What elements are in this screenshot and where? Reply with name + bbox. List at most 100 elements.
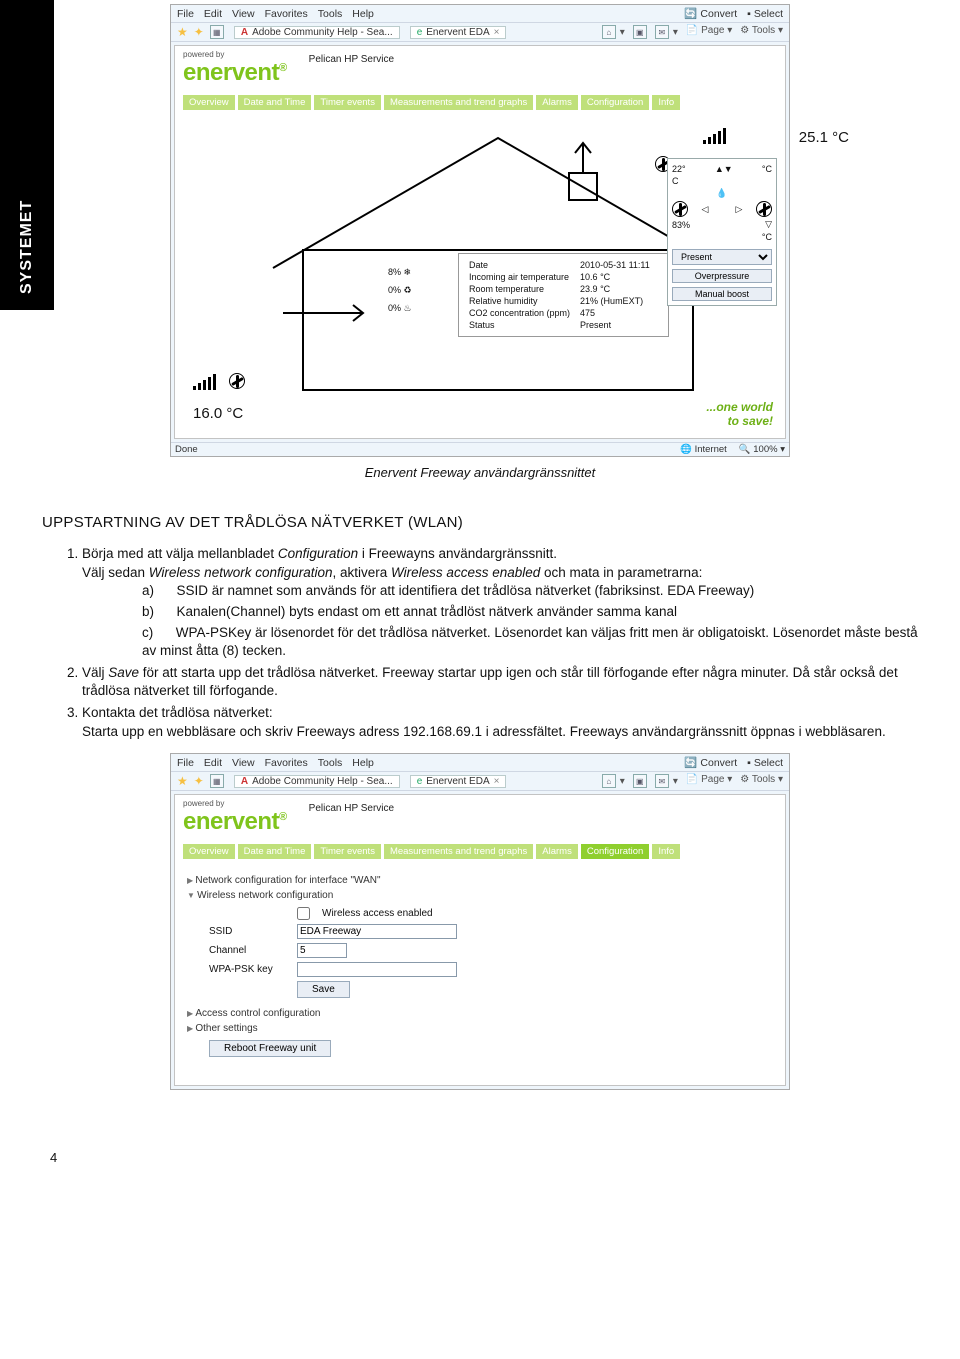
add-favorite-icon[interactable]: ✦ [194,774,204,788]
mail-icon[interactable]: ✉ [655,25,669,39]
zoom-level[interactable]: 🔍 100% ▾ [739,444,785,455]
feed-icon[interactable]: ▣ [633,774,647,788]
tab-overview[interactable]: Overview [183,844,235,859]
menu-bar: File Edit View Favorites Tools Help 🔄 Co… [171,5,789,23]
quick-tabs-icon[interactable]: ▦ [210,25,224,39]
add-favorite-icon[interactable]: ✦ [194,25,204,39]
tab-enervent-eda[interactable]: eEnervent EDA× [410,26,507,39]
section-access-control[interactable]: Access control configuration [187,1006,773,1021]
tab-configuration[interactable]: Configuration [581,95,650,110]
tab-alarms[interactable]: Alarms [536,844,578,859]
service-title: Pelican HP Service [309,799,394,814]
tools-menu[interactable]: ⚙ Tools ▾ [740,25,783,39]
menu-tools[interactable]: Tools [318,757,343,769]
tab-configuration-active[interactable]: Configuration [581,844,650,859]
tab-adobe-help[interactable]: AAdobe Community Help - Sea... [234,26,400,39]
figure-caption: Enervent Freeway användargränssnittet [0,465,960,480]
adobe-icon: A [241,776,248,787]
feed-icon[interactable]: ▣ [633,25,647,39]
overpressure-button[interactable]: Overpressure [672,269,772,283]
tab-enervent-eda[interactable]: eEnervent EDA× [410,775,507,788]
tab-adobe-help[interactable]: AAdobe Community Help - Sea... [234,775,400,788]
exhaust-temperature: 25.1 °C [799,129,849,146]
toolbar-right: ⌂ ▾ ▣ ✉ ▾ 📄 Page ▾ ⚙ Tools ▾ [602,774,783,788]
convert-button[interactable]: 🔄 Convert [684,7,737,20]
tab-timer-events[interactable]: Timer events [314,95,381,110]
browser-window-configuration: File Edit View Favorites Tools Help 🔄 Co… [170,753,790,1090]
favorites-star-icon[interactable]: ★ [177,25,188,39]
menu-favorites[interactable]: Favorites [265,757,308,769]
select-button[interactable]: ▪ Select [747,757,783,769]
select-button[interactable]: ▪ Select [747,8,783,20]
spinner-icon[interactable]: ▲▼ [715,164,733,174]
quick-tabs-icon[interactable]: ▦ [210,774,224,788]
favorites-star-icon[interactable]: ★ [177,774,188,788]
close-tab-icon[interactable]: × [494,27,500,38]
zone-internet: 🌐 Internet [680,444,727,455]
home-icon[interactable]: ⌂ [602,774,616,788]
tab-date-time[interactable]: Date and Time [238,95,312,110]
menu-favorites[interactable]: Favorites [265,8,308,20]
status-panel: Date2010-05-31 11:11 Incoming air temper… [458,253,669,337]
menu-bar: File Edit View Favorites Tools Help 🔄 Co… [171,754,789,772]
mode-select[interactable]: Present [672,249,772,265]
menu-edit[interactable]: Edit [204,757,222,769]
section-wlan[interactable]: Wireless network configuration [187,888,773,903]
step-1: Börja med att välja mellanbladet Configu… [82,545,918,661]
reboot-button[interactable]: Reboot Freeway unit [209,1040,331,1057]
home-icon[interactable]: ⌂ [602,25,616,39]
save-button[interactable]: Save [297,981,350,998]
setpoint-temp: 22° [672,164,686,174]
substep-b: b) Kanalen(Channel) byts endast om ett a… [142,603,918,622]
manual-boost-button[interactable]: Manual boost [672,287,772,301]
nav-tabs: Overview Date and Time Timer events Meas… [175,836,785,867]
substep-a: a) SSID är namnet som används för att id… [142,582,918,601]
tab-info[interactable]: Info [652,844,680,859]
service-title: Pelican HP Service [309,50,394,65]
menu-file[interactable]: File [177,757,194,769]
menu-file[interactable]: File [177,8,194,20]
wpa-input[interactable] [297,962,457,977]
tab-measurements[interactable]: Measurements and trend graphs [384,844,533,859]
wireless-enabled-checkbox[interactable] [297,907,310,920]
tools-menu[interactable]: ⚙ Tools ▾ [740,774,783,788]
mail-icon[interactable]: ✉ [655,774,669,788]
menu-view[interactable]: View [232,757,255,769]
tab-measurements[interactable]: Measurements and trend graphs [384,95,533,110]
menu-help[interactable]: Help [352,757,374,769]
channel-input[interactable] [297,943,347,958]
menu-edit[interactable]: Edit [204,8,222,20]
powered-by-label: powered by [183,50,287,59]
tab-date-time[interactable]: Date and Time [238,844,312,859]
menu-tools[interactable]: Tools [318,8,343,20]
page-menu[interactable]: 📄 Page ▾ [686,25,732,39]
right-arrow-icon[interactable]: ▷ [736,204,743,215]
ssid-input[interactable] [297,924,457,939]
section-wan[interactable]: Network configuration for interface "WAN… [187,873,773,888]
section-heading: UPPSTARTNING AV DET TRÅDLÖSA NÄTVERKET (… [42,514,918,531]
tab-overview[interactable]: Overview [183,95,235,110]
convert-button[interactable]: 🔄 Convert [684,756,737,769]
document-body: UPPSTARTNING AV DET TRÅDLÖSA NÄTVERKET (… [42,514,918,741]
page-number: 4 [50,1150,960,1165]
tab-info[interactable]: Info [652,95,680,110]
page-menu[interactable]: 📄 Page ▾ [686,774,732,788]
signal-icon [193,372,221,390]
section-other[interactable]: Other settings [187,1021,773,1036]
close-tab-icon[interactable]: × [494,776,500,787]
step-3: Kontakta det trådlösa nätverket: Starta … [82,704,918,741]
powered-by-label: powered by [183,799,287,808]
tab-timer-events[interactable]: Timer events [314,844,381,859]
tab-bar: ★ ✦ ▦ AAdobe Community Help - Sea... eEn… [171,772,789,791]
droplet-icon: 💧 [716,188,727,199]
pct-label: 0% [388,303,401,313]
menu-view[interactable]: View [232,8,255,20]
down-arrow-icon[interactable]: ▽ [765,219,772,230]
left-arrow-icon[interactable]: ◁ [702,204,709,215]
tab-alarms[interactable]: Alarms [536,95,578,110]
fan-speed-pct: 83% [672,220,690,230]
intake-temperature: 16.0 °C [193,405,243,422]
enervent-logo: enervent® [183,59,287,87]
menu-help[interactable]: Help [352,8,374,20]
control-panel: 22°▲▼°C C 💧 ◁▷ 83%▽ °C Present Overpress… [667,158,777,306]
